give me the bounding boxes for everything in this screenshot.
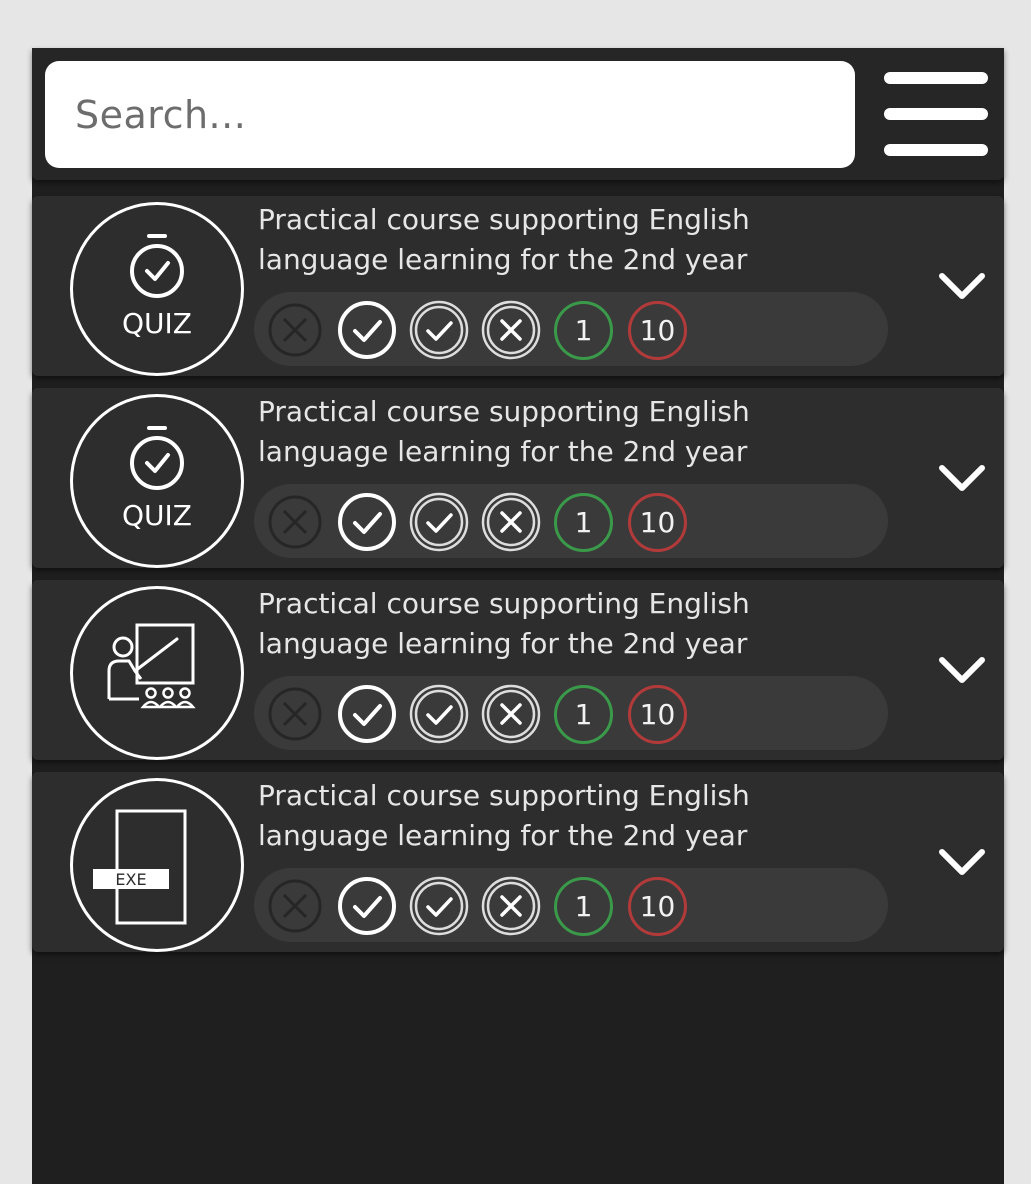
chevron-down-icon[interactable] xyxy=(932,256,992,316)
item-title-line: language learning for the 2nd year xyxy=(258,435,748,468)
check-icon xyxy=(336,683,398,745)
quiz-label: QUIZ xyxy=(122,499,192,532)
check-double-ring-icon xyxy=(408,491,470,553)
item-title-line: Practical course supporting English xyxy=(258,587,750,620)
chevron-down-icon[interactable] xyxy=(932,640,992,700)
hamburger-menu-button[interactable] xyxy=(884,72,988,156)
menu-bar-icon xyxy=(884,144,988,156)
cross-double-ring-icon xyxy=(480,875,542,937)
incorrect-count-badge: 10 xyxy=(628,685,687,744)
exe-label: EXE xyxy=(115,870,146,889)
item-title-line: language learning for the 2nd year xyxy=(258,627,748,660)
check-icon xyxy=(336,875,398,937)
cross-dim-icon xyxy=(264,299,326,361)
list-item[interactable]: QUIZ Practical course supporting English… xyxy=(32,196,1004,376)
cross-dim-icon xyxy=(264,683,326,745)
correct-count-badge: 1 xyxy=(554,493,613,552)
correct-count-badge: 1 xyxy=(554,685,613,744)
cross-dim-icon xyxy=(264,491,326,553)
item-title: Practical course supporting English lang… xyxy=(258,392,878,472)
item-title: Practical course supporting English lang… xyxy=(258,776,878,856)
item-title-line: language learning for the 2nd year xyxy=(258,819,748,852)
item-title-line: Practical course supporting English xyxy=(258,395,750,428)
item-title-line: language learning for the 2nd year xyxy=(258,243,748,276)
incorrect-count-badge: 10 xyxy=(628,877,687,936)
list-item[interactable]: EXE Practical course supporting English … xyxy=(32,772,1004,952)
quiz-label: QUIZ xyxy=(122,307,192,340)
cross-double-ring-icon xyxy=(480,299,542,361)
list-item[interactable]: Practical course supporting English lang… xyxy=(32,580,1004,760)
lecture-teacher-icon xyxy=(70,586,244,760)
correct-count-badge: 1 xyxy=(554,877,613,936)
search-input[interactable]: Search... xyxy=(45,61,855,168)
check-double-ring-icon xyxy=(408,875,470,937)
menu-bar-icon xyxy=(884,72,988,84)
cross-dim-icon xyxy=(264,875,326,937)
check-icon xyxy=(336,299,398,361)
item-title-line: Practical course supporting English xyxy=(258,203,750,236)
chevron-down-icon[interactable] xyxy=(932,832,992,892)
item-title-line: Practical course supporting English xyxy=(258,779,750,812)
check-double-ring-icon xyxy=(408,683,470,745)
item-title: Practical course supporting English lang… xyxy=(258,584,878,664)
quiz-stopwatch-icon: QUIZ xyxy=(70,394,244,568)
cross-double-ring-icon xyxy=(480,491,542,553)
menu-bar-icon xyxy=(884,108,988,120)
check-double-ring-icon xyxy=(408,299,470,361)
chevron-down-icon[interactable] xyxy=(932,448,992,508)
list-item[interactable]: QUIZ Practical course supporting English… xyxy=(32,388,1004,568)
correct-count-badge: 1 xyxy=(554,301,613,360)
item-title: Practical course supporting English lang… xyxy=(258,200,878,280)
exe-file-icon: EXE xyxy=(70,778,244,952)
incorrect-count-badge: 10 xyxy=(628,493,687,552)
incorrect-count-badge: 10 xyxy=(628,301,687,360)
check-icon xyxy=(336,491,398,553)
quiz-stopwatch-icon: QUIZ xyxy=(70,202,244,376)
search-placeholder: Search... xyxy=(75,92,247,137)
cross-double-ring-icon xyxy=(480,683,542,745)
